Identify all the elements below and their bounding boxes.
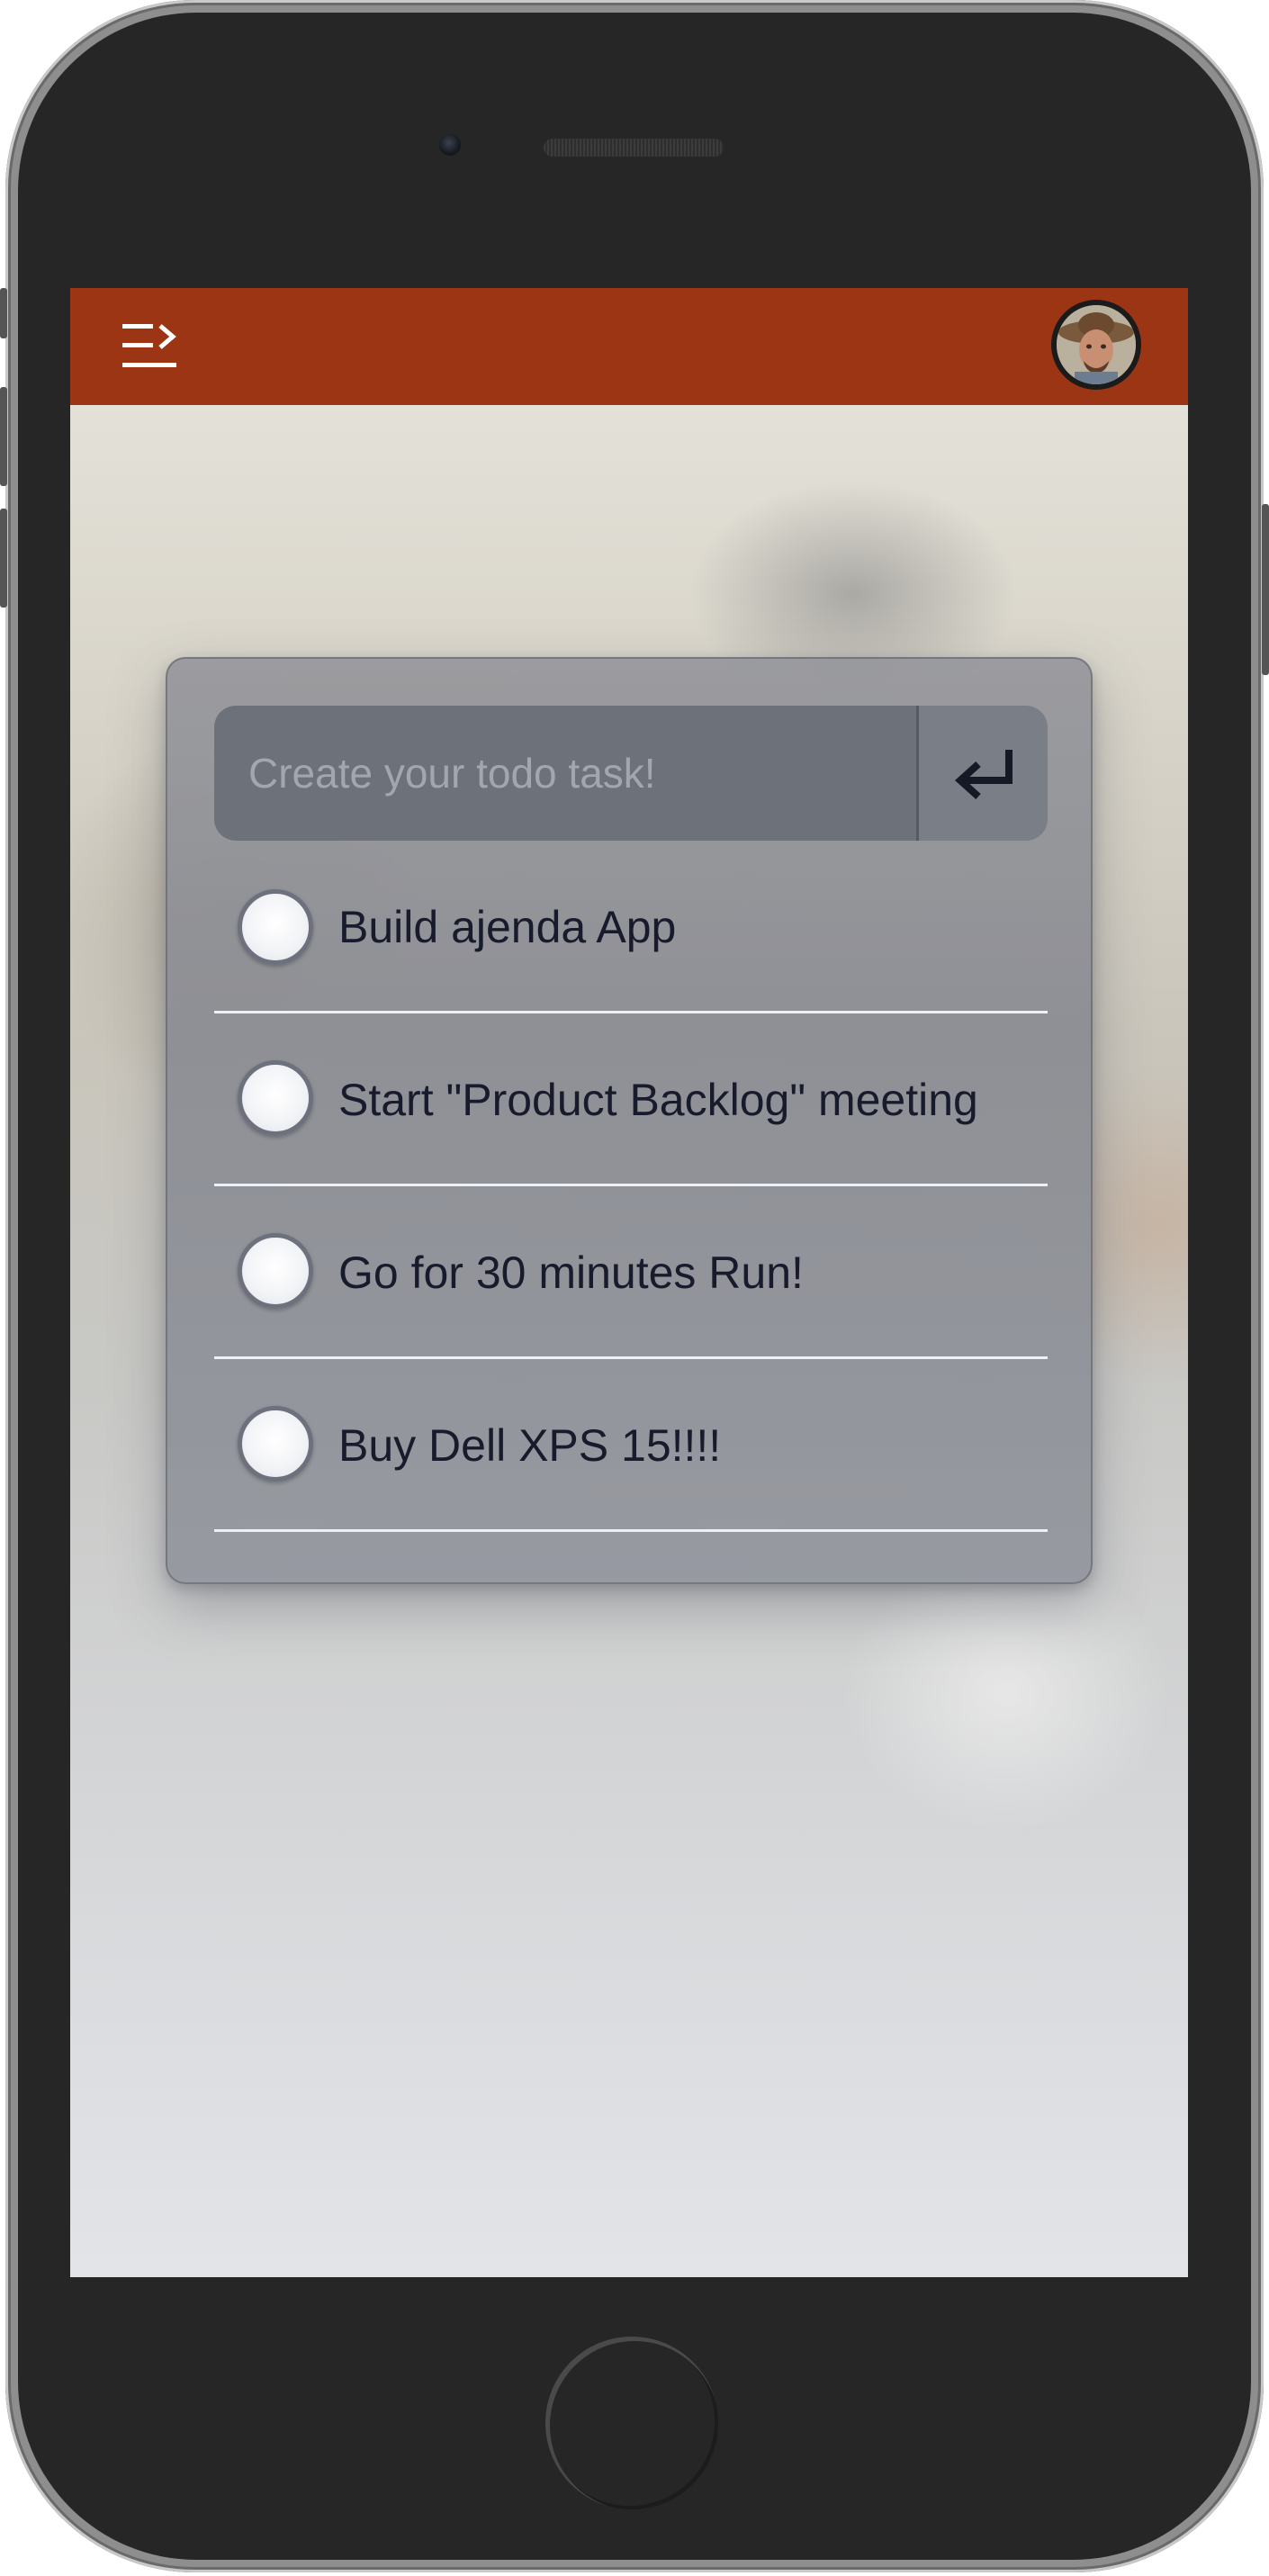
- mute-switch: [0, 288, 7, 338]
- avatar-photo: [1057, 305, 1136, 384]
- menu-collapse-icon-glyph: [122, 324, 176, 367]
- app-header: [70, 288, 1188, 405]
- avatar[interactable]: [1051, 300, 1141, 390]
- power-button: [1262, 504, 1269, 675]
- new-task-input[interactable]: [214, 706, 916, 841]
- add-task-button[interactable]: [916, 706, 1048, 841]
- menu-collapse-icon[interactable]: [121, 320, 178, 371]
- todo-label: Buy Dell XPS 15!!!!: [338, 1420, 722, 1471]
- todo-label: Build ajenda App: [338, 902, 677, 952]
- home-button[interactable]: [545, 2337, 718, 2509]
- earpiece-speaker: [544, 139, 724, 157]
- todo-label: Start "Product Backlog" meeting: [338, 1075, 978, 1125]
- app-screen: Build ajenda App Start "Product Backlog"…: [70, 288, 1188, 2277]
- todo-checkbox[interactable]: [238, 1233, 313, 1309]
- todo-item[interactable]: Buy Dell XPS 15!!!!: [214, 1359, 1048, 1532]
- new-task-form: [214, 706, 1048, 841]
- front-camera: [439, 134, 461, 156]
- todo-checkbox[interactable]: [238, 1406, 313, 1482]
- todo-item[interactable]: Build ajenda App: [214, 841, 1048, 1013]
- volume-up-button: [0, 387, 7, 486]
- todo-label: Go for 30 minutes Run!: [338, 1247, 804, 1298]
- return-arrow-icon: [954, 750, 1012, 799]
- todo-list: Build ajenda App Start "Product Backlog"…: [214, 841, 1048, 1532]
- todo-checkbox[interactable]: [238, 1060, 313, 1136]
- volume-down-button: [0, 509, 7, 608]
- avatar-image: [1057, 305, 1136, 384]
- todo-checkbox[interactable]: [238, 889, 313, 965]
- todo-card: Build ajenda App Start "Product Backlog"…: [166, 657, 1093, 1584]
- todo-item[interactable]: Go for 30 minutes Run!: [214, 1186, 1048, 1359]
- todo-item[interactable]: Start "Product Backlog" meeting: [214, 1013, 1048, 1186]
